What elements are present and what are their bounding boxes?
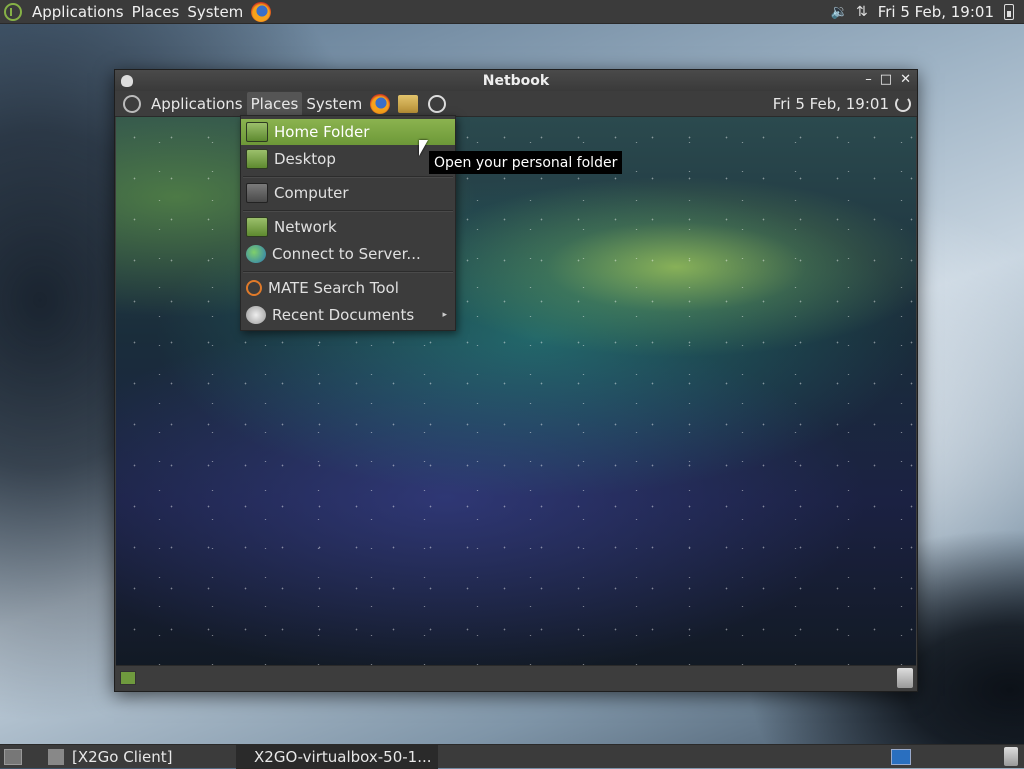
mouse-cursor-icon bbox=[419, 140, 428, 156]
window-titlebar[interactable]: Netbook – □ ✕ bbox=[115, 70, 917, 91]
star-field bbox=[116, 117, 916, 667]
workspace-switcher[interactable] bbox=[891, 749, 911, 765]
menu-item-mate-search-tool[interactable]: MATE Search Tool bbox=[241, 275, 455, 301]
x2go-icon bbox=[48, 748, 64, 765]
menu-separator bbox=[243, 210, 453, 212]
remote-menu-system[interactable]: System bbox=[302, 92, 366, 116]
recent-icon bbox=[246, 306, 266, 324]
task-label: X2GO-virtualbox-50-1... bbox=[254, 747, 432, 766]
menu-item-label: Network bbox=[274, 218, 337, 236]
remote-bottom-panel bbox=[116, 665, 916, 690]
menu-item-connect-to-server[interactable]: Connect to Server... bbox=[241, 241, 455, 267]
menu-places[interactable]: Places bbox=[128, 0, 184, 24]
minimize-button[interactable]: – bbox=[865, 72, 872, 87]
desktop-folder-icon bbox=[246, 149, 268, 169]
network-arrows-icon[interactable]: ⇅ bbox=[852, 4, 872, 20]
window-title: Netbook bbox=[482, 72, 550, 89]
menu-item-label: Recent Documents bbox=[272, 306, 415, 324]
menu-system[interactable]: System bbox=[183, 0, 247, 24]
show-desktop-icon[interactable] bbox=[4, 748, 22, 765]
globe-icon bbox=[246, 245, 266, 263]
package-installer-icon[interactable] bbox=[398, 94, 419, 113]
remote-panel: Applications Places System Fri 5 Feb, 19… bbox=[115, 91, 917, 117]
clock[interactable]: Fri 5 Feb, 19:01 bbox=[872, 3, 1000, 21]
search-icon bbox=[246, 280, 262, 296]
ubuntu-logo-icon[interactable] bbox=[123, 94, 141, 113]
remote-firefox-icon[interactable] bbox=[370, 93, 391, 114]
volume-icon[interactable]: 🔉 bbox=[827, 4, 852, 20]
firefox-icon[interactable] bbox=[251, 1, 272, 22]
home-folder-icon bbox=[246, 122, 268, 142]
tray: 🔉 ⇅ Fri 5 Feb, 19:01 bbox=[827, 0, 1024, 24]
menu-item-label: Home Folder bbox=[274, 123, 370, 141]
menu-item-label: Desktop bbox=[274, 150, 336, 168]
menu-item-label: Computer bbox=[274, 184, 349, 202]
mint-logo-icon[interactable] bbox=[4, 2, 22, 21]
menu-separator bbox=[243, 176, 453, 178]
menu-item-computer[interactable]: Computer bbox=[241, 180, 455, 206]
remote-menu-places[interactable]: Places bbox=[246, 91, 303, 116]
task-x2go-session[interactable]: X2GO-virtualbox-50-1... bbox=[236, 744, 438, 769]
task-label: [X2Go Client] bbox=[72, 747, 173, 766]
menu-item-network[interactable]: Network bbox=[241, 214, 455, 240]
top-panel: Applications Places System 🔉 ⇅ Fri 5 Feb… bbox=[0, 0, 1024, 24]
remote-trash-icon[interactable] bbox=[897, 668, 913, 688]
tooltip: Open your personal folder bbox=[429, 151, 623, 174]
menu-applications[interactable]: Applications bbox=[28, 0, 128, 24]
menu-item-recent-documents[interactable]: Recent Documents ▸ bbox=[241, 302, 455, 328]
bottom-taskbar: [X2Go Client] X2GO-virtualbox-50-1... bbox=[0, 744, 1024, 769]
remote-clock[interactable]: Fri 5 Feb, 19:01 bbox=[773, 95, 889, 113]
submenu-arrow-icon: ▸ bbox=[442, 310, 447, 320]
power-icon[interactable] bbox=[895, 95, 911, 112]
computer-icon bbox=[246, 183, 268, 203]
task-x2go-client[interactable]: [X2Go Client] bbox=[40, 745, 236, 769]
update-manager-icon[interactable] bbox=[428, 94, 447, 113]
menu-item-label: Connect to Server... bbox=[272, 245, 421, 263]
network-icon bbox=[246, 217, 268, 237]
maximize-button[interactable]: □ bbox=[880, 72, 892, 87]
menu-separator bbox=[243, 271, 453, 273]
remote-menu-applications[interactable]: Applications bbox=[147, 92, 247, 116]
menu-item-label: MATE Search Tool bbox=[268, 279, 399, 297]
show-desktop-icon[interactable] bbox=[120, 671, 136, 685]
close-button[interactable]: ✕ bbox=[900, 72, 911, 87]
battery-icon[interactable] bbox=[1004, 4, 1014, 20]
trash-icon[interactable] bbox=[1004, 747, 1018, 766]
remote-desktop-background bbox=[116, 117, 916, 667]
